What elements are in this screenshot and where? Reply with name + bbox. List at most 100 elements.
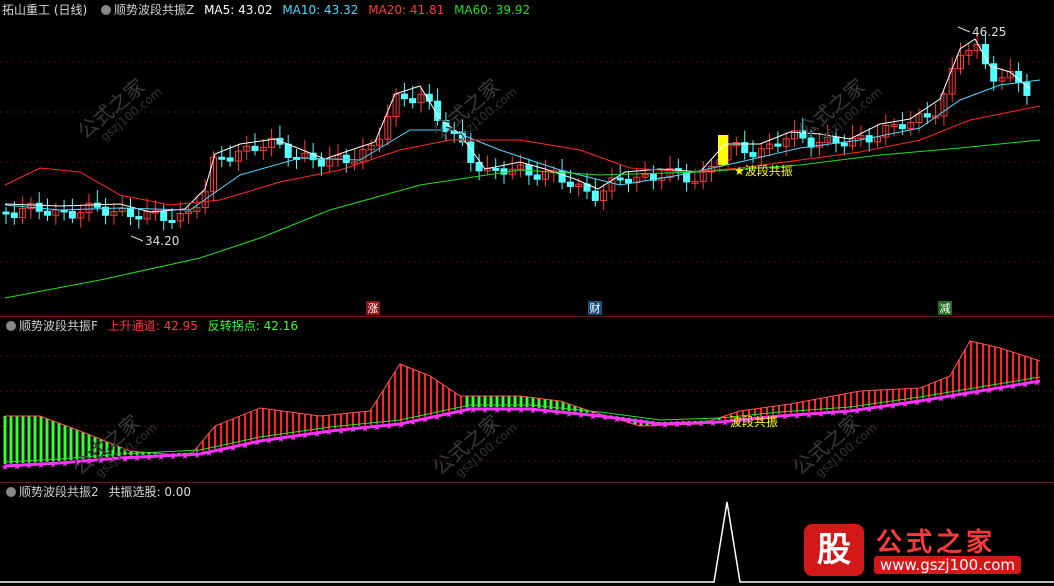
channel-star: ★: [301, 432, 309, 442]
stock-title: 拓山重工 (日线): [2, 3, 88, 17]
channel-star: ★: [241, 441, 249, 451]
indicator-name-f: 顺势波段共振F: [19, 319, 98, 333]
channel-star: ★: [505, 406, 513, 416]
channel-star: ★: [1021, 381, 1029, 391]
channel-star: ★: [253, 439, 261, 449]
channel-star: ★: [529, 406, 537, 416]
ma10-value: MA10: 43.32: [282, 3, 359, 17]
settings-dot-icon[interactable]: [6, 321, 16, 331]
logo-title: 公式之家: [876, 528, 997, 558]
channel-star: ★: [877, 404, 885, 414]
channel-star: ★: [13, 462, 21, 472]
channel-star: ★: [193, 451, 201, 461]
low-arrow: [130, 235, 144, 242]
price-chart-svg[interactable]: 46.2534.20★波段共振涨财减公式之家gszj100.com 公式之家gsz…: [0, 0, 1054, 316]
channel-star: ★: [889, 402, 897, 412]
channel-star: ★: [1033, 379, 1041, 389]
channel-star: ★: [577, 411, 585, 421]
channel-star: ★: [181, 452, 189, 462]
candle-body: [251, 145, 259, 152]
channel-star: ★: [385, 422, 393, 432]
candle-body: [160, 210, 168, 221]
candle-body: [840, 142, 848, 147]
channel-star: ★: [817, 410, 825, 420]
channel-star: ★: [673, 420, 681, 430]
channel-star: ★: [409, 418, 417, 428]
channel-star: ★: [805, 411, 813, 421]
candle-body: [749, 152, 757, 158]
channel-star: ★: [853, 407, 861, 417]
channel-star: ★: [793, 412, 801, 422]
candle-body: [218, 156, 226, 160]
settings-dot-icon[interactable]: [101, 5, 112, 15]
channel-star: ★: [937, 395, 945, 405]
channel-star: ★: [865, 405, 873, 415]
candle-body: [342, 154, 350, 164]
channel-star: ★: [469, 406, 477, 416]
channel-star: ★: [49, 460, 57, 470]
main-panel-header: 拓山重工 (日线) 顺势波段共振Z MA5: 43.02 MA10: 43.32…: [0, 0, 536, 20]
channel-star: ★: [949, 393, 957, 403]
channel-star: ★: [973, 389, 981, 399]
channel-star: ★: [625, 417, 633, 427]
channel-star: ★: [133, 454, 141, 464]
candle-body: [409, 98, 417, 104]
ma60-value: MA60: 39.92: [454, 3, 531, 17]
channel-star: ★: [289, 433, 297, 443]
channel-star: ★: [601, 414, 609, 424]
up-channel-value: 上升通道: 42.95: [107, 319, 198, 333]
channel-star: ★: [901, 400, 909, 410]
channel-star: ★: [925, 397, 933, 407]
marker-label: 减: [940, 302, 951, 315]
candle-body: [616, 177, 624, 181]
channel-star: ★: [565, 410, 573, 420]
candle-body: [625, 178, 632, 184]
settings-dot-icon[interactable]: [6, 487, 16, 497]
candle-body: [591, 190, 599, 202]
marker-label: 涨: [368, 302, 379, 315]
candle-body: [284, 143, 292, 158]
brand-logo: 股 公式之家 www.gszj100.com: [804, 520, 1034, 580]
channel-star: ★: [661, 421, 669, 431]
channel-star: ★: [349, 426, 357, 436]
indicator-f-svg[interactable]: ★ ★ ★ ★ ★ ★ ★ ★ ★ ★ ★ ★ ★ ★ ★ ★ ★ ★ ★ ★ ★ ★ ★ ★ ★ ★ ★ ★ ★ ★ ★ ★ ★ ★ ★ ★ ★ ★ ★ ★…: [0, 316, 1054, 482]
candle-body: [898, 124, 906, 130]
candle-body: [127, 207, 134, 218]
channel-star: ★: [961, 391, 969, 401]
signal-label: ★波段共振: [734, 163, 793, 178]
indicator-panel-f[interactable]: 顺势波段共振F 上升通道: 42.95 反转拐点: 42.16 ★ ★ ★ ★ ★ ★ ★ ★…: [0, 316, 1054, 482]
logo-badge: 股: [804, 524, 864, 576]
candle-body: [533, 174, 541, 180]
channel-star: ★: [685, 420, 693, 430]
signal-label-f: 波段共振: [730, 414, 778, 429]
channel-star: ★: [277, 435, 285, 445]
indicator-panel-2[interactable]: 顺势波段共振2 共振选股: 0.00 股 公式之家 www.gszj100.co…: [0, 482, 1054, 586]
high-label: 46.25: [972, 25, 1006, 39]
channel-star: ★: [985, 387, 993, 397]
channel-star: ★: [337, 427, 345, 437]
candle-body: [400, 93, 408, 100]
indicator-name-2: 顺势波段共振2: [19, 485, 99, 499]
channel-star: ★: [781, 413, 789, 423]
candle-body: [566, 181, 574, 188]
candle-body: [317, 159, 325, 167]
candle-body: [492, 167, 500, 171]
select-value: 共振选股: 0.00: [108, 485, 192, 499]
candle-body: [500, 168, 508, 175]
channel-star: ★: [697, 420, 705, 430]
main-price-panel[interactable]: 拓山重工 (日线) 顺势波段共振Z MA5: 43.02 MA10: 43.32…: [0, 0, 1054, 316]
ma10-line: [4, 79, 1041, 211]
ma5-value: MA5: 43.02: [204, 3, 273, 17]
channel-star: ★: [457, 408, 465, 418]
ma5-line: [4, 38, 1031, 213]
turn-point-value: 反转拐点: 42.16: [207, 319, 298, 333]
candle-body: [774, 143, 782, 147]
channel-star: ★: [157, 453, 165, 463]
ma20-value: MA20: 41.81: [368, 3, 445, 17]
channel-star: ★: [37, 461, 45, 471]
channel-star: ★: [229, 444, 237, 454]
channel-star: ★: [169, 452, 177, 462]
panel3-header: 顺势波段共振2 共振选股: 0.00: [0, 482, 197, 502]
high-arrow: [957, 26, 971, 33]
channel-star: ★: [613, 415, 621, 425]
